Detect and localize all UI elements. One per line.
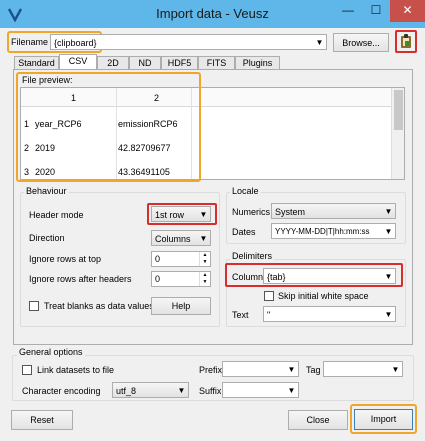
- minimize-icon[interactable]: —: [334, 0, 362, 22]
- tab-csv[interactable]: CSV: [59, 54, 97, 69]
- suffix-label: Suffix: [199, 386, 222, 396]
- chevron-down-icon[interactable]: ▼: [382, 204, 395, 218]
- ignore-top-spinbox[interactable]: 0 ▲ ▼: [151, 251, 211, 267]
- treat-blanks-checkbox[interactable]: [29, 301, 39, 311]
- delimiters-title: Delimiters: [230, 251, 275, 261]
- skip-whitespace-label: Skip initial white space: [278, 291, 369, 301]
- tab-2d[interactable]: 2D: [97, 56, 129, 69]
- prefix-label: Prefix: [199, 365, 223, 375]
- dates-input[interactable]: YYYY-MM-DD|T|hh:mm:ss ▼: [271, 223, 396, 239]
- scrollbar-thumb[interactable]: [394, 90, 403, 130]
- preview-scrollbar[interactable]: [391, 88, 404, 179]
- general-options-title: General options: [17, 347, 85, 357]
- tab-fits[interactable]: FITS: [198, 56, 235, 69]
- preview-highlight: [16, 72, 201, 182]
- text-delimiter-select[interactable]: " ▼: [263, 306, 396, 322]
- numerics-select[interactable]: System ▼: [271, 203, 396, 219]
- link-datasets-label: Link datasets to file: [37, 365, 115, 375]
- prefix-input[interactable]: ▼: [222, 361, 299, 377]
- chevron-down-icon[interactable]: ▼: [382, 269, 395, 283]
- reset-button[interactable]: Reset: [11, 410, 73, 430]
- skip-whitespace-checkbox[interactable]: [264, 291, 274, 301]
- tab-nd[interactable]: ND: [129, 56, 161, 69]
- column-delimiter-select[interactable]: {tab} ▼: [263, 268, 396, 284]
- chevron-down-icon[interactable]: ▼: [389, 362, 402, 376]
- ignore-top-label: Ignore rows at top: [29, 254, 102, 264]
- ignore-after-label: Ignore rows after headers: [29, 274, 132, 284]
- tab-hdf5[interactable]: HDF5: [161, 56, 198, 69]
- chevron-down-icon[interactable]: ▼: [175, 383, 188, 397]
- encoding-label: Character encoding: [22, 386, 101, 396]
- filename-value: {clipboard}: [54, 38, 97, 48]
- spin-arrows-icon[interactable]: ▲ ▼: [199, 252, 210, 266]
- tab-plugins[interactable]: Plugins: [235, 56, 280, 69]
- behaviour-title: Behaviour: [24, 186, 69, 196]
- chevron-down-icon[interactable]: ▼: [197, 207, 210, 221]
- direction-select[interactable]: Columns ▼: [151, 230, 211, 246]
- text-delimiter-label: Text: [232, 310, 249, 320]
- close-button[interactable]: Close: [288, 410, 348, 430]
- chevron-down-icon[interactable]: ▼: [285, 383, 298, 397]
- chevron-down-icon[interactable]: ▼: [197, 231, 210, 245]
- encoding-select[interactable]: utf_8 ▼: [112, 382, 189, 398]
- locale-title: Locale: [230, 186, 261, 196]
- import-button[interactable]: Import: [354, 409, 413, 430]
- header-mode-label: Header mode: [29, 210, 84, 220]
- chevron-down-icon[interactable]: ▼: [382, 307, 395, 321]
- numerics-label: Numerics: [232, 207, 271, 217]
- chevron-down-icon[interactable]: ▼: [382, 224, 395, 238]
- chevron-down-icon[interactable]: ▼: [285, 362, 298, 376]
- link-datasets-checkbox[interactable]: [22, 365, 32, 375]
- close-icon[interactable]: ✕: [390, 0, 425, 22]
- clipboard-icon[interactable]: [398, 33, 414, 50]
- header-mode-select[interactable]: 1st row ▼: [151, 206, 211, 222]
- direction-label: Direction: [29, 233, 65, 243]
- suffix-input[interactable]: ▼: [222, 382, 299, 398]
- filename-input[interactable]: {clipboard} ▼: [50, 34, 327, 50]
- spin-arrows-icon[interactable]: ▲ ▼: [199, 272, 210, 286]
- browse-button[interactable]: Browse...: [333, 33, 389, 52]
- tab-standard[interactable]: Standard: [14, 56, 59, 69]
- chevron-down-icon[interactable]: ▼: [313, 35, 326, 49]
- maximize-icon[interactable]: ☐: [362, 0, 390, 22]
- help-button[interactable]: Help: [151, 297, 211, 315]
- tag-label: Tag: [306, 365, 321, 375]
- ignore-after-spinbox[interactable]: 0 ▲ ▼: [151, 271, 211, 287]
- dates-label: Dates: [232, 227, 256, 237]
- treat-blanks-label: Treat blanks as data values: [44, 301, 154, 311]
- filename-label: Filename: [11, 37, 49, 47]
- column-label: Column: [232, 272, 264, 282]
- tag-input[interactable]: ▼: [323, 361, 403, 377]
